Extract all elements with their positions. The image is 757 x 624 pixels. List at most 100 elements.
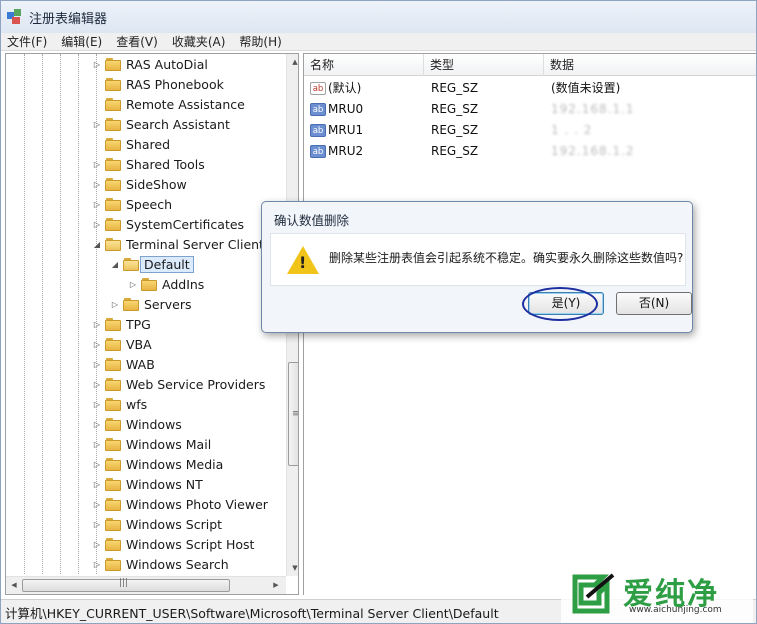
value-row[interactable]: ab MRU1 REG_SZ 1 . . 2 <box>304 120 756 141</box>
expand-arrow-icon[interactable]: ▷ <box>92 460 102 469</box>
tree-horizontal-scroll-thumb[interactable]: ||| <box>22 578 230 592</box>
expand-arrow-icon[interactable]: ▷ <box>92 400 102 409</box>
expand-arrow-icon[interactable]: ▷ <box>92 180 102 189</box>
expand-arrow-icon[interactable]: ▷ <box>92 120 102 129</box>
tree-item[interactable]: ▷ SystemCertificates <box>92 214 244 234</box>
column-header-type[interactable]: 类型 <box>424 54 544 76</box>
open-folder-icon <box>105 237 121 251</box>
tree-item-label: RAS AutoDial <box>126 56 208 72</box>
expand-arrow-icon[interactable]: ▷ <box>128 280 138 289</box>
tree-horizontal-scrollbar[interactable]: ◀ ||| ▶ <box>6 576 286 594</box>
expand-arrow-icon[interactable]: ▷ <box>92 440 102 449</box>
expand-arrow-icon[interactable]: ▷ <box>92 420 102 429</box>
value-row[interactable]: ab (默认) REG_SZ (数值未设置) <box>304 78 756 99</box>
expand-arrow-icon[interactable]: ▷ <box>92 220 102 229</box>
tree-item-label: VBA <box>126 336 152 352</box>
tree-item[interactable]: ▷ Servers <box>110 294 192 314</box>
folder-icon <box>105 477 121 491</box>
tree-item[interactable]: ▷ TPG <box>92 314 151 334</box>
ab-default-icon: ab <box>310 82 326 95</box>
folder-icon <box>105 157 121 171</box>
folder-icon <box>105 217 121 231</box>
scroll-left-arrow-icon[interactable]: ◀ <box>6 577 22 594</box>
column-header-name[interactable]: 名称 <box>304 54 424 76</box>
tree-item-label: wfs <box>126 396 148 412</box>
menu-file[interactable]: 文件(F) <box>7 33 47 50</box>
folder-icon <box>105 357 121 371</box>
folder-icon <box>105 197 121 211</box>
tree-item[interactable]: ▷ Windows Photo Viewer <box>92 494 268 514</box>
tree-item[interactable]: ▷ Speech <box>92 194 172 214</box>
tree-item[interactable]: ▷ Windows Media <box>92 454 223 474</box>
tree-item[interactable]: ▷ Web Service Providers <box>92 374 265 394</box>
tree-item-label: AddIns <box>162 276 205 292</box>
tree-item[interactable]: ▷ Windows Script Host <box>92 534 255 554</box>
tree-item[interactable]: ▷ RAS AutoDial <box>92 54 208 74</box>
tree-item[interactable]: ▷ SideShow <box>92 174 187 194</box>
tree-vertical-scroll-thumb[interactable]: ≡ <box>288 362 298 466</box>
expand-arrow-icon[interactable]: ▷ <box>92 480 102 489</box>
ab-string-icon: ab <box>310 145 326 158</box>
tree-item[interactable]: ▷ Windows <box>92 414 182 434</box>
expand-arrow-icon[interactable]: ▷ <box>110 300 120 309</box>
dialog-body: ! 删除某些注册表值会引起系统不稳定。确实要永久删除这些数值吗? <box>270 233 686 286</box>
expand-arrow-icon[interactable]: ▷ <box>92 540 102 549</box>
tree-item[interactable]: Remote Assistance <box>92 94 245 114</box>
expand-arrow-icon[interactable]: ▷ <box>92 360 102 369</box>
menu-edit[interactable]: 编辑(E) <box>61 33 102 50</box>
expand-arrow-icon[interactable]: ▷ <box>92 520 102 529</box>
tree-item[interactable]: RAS Phonebook <box>92 74 224 94</box>
tree-item[interactable]: ▷ Windows Script <box>92 514 222 534</box>
expand-arrow-icon[interactable]: ▷ <box>92 60 102 69</box>
scroll-up-arrow-icon[interactable]: ▲ <box>287 54 298 70</box>
tree-item-label: Windows Media <box>126 456 224 472</box>
menu-view[interactable]: 查看(V) <box>116 33 158 50</box>
expand-arrow-icon[interactable]: ▷ <box>92 340 102 349</box>
expand-arrow-icon[interactable]: ▷ <box>92 560 102 569</box>
column-header-data[interactable]: 数据 <box>544 54 756 76</box>
value-row[interactable]: ab MRU0 REG_SZ 192.168.1.1 <box>304 99 756 120</box>
tree-item[interactable]: ▷ Windows Search <box>92 554 229 574</box>
menu-help[interactable]: 帮助(H) <box>239 33 281 50</box>
expand-arrow-icon[interactable]: ▷ <box>92 380 102 389</box>
scroll-down-arrow-icon[interactable]: ▼ <box>287 560 298 576</box>
no-button[interactable]: 否(N) <box>616 292 692 315</box>
tree-item[interactable]: ▷ AddIns <box>128 274 204 294</box>
tree-item[interactable]: ▷ WAB <box>92 354 155 374</box>
tree-item[interactable]: ▷ Windows NT <box>92 474 203 494</box>
registry-editor-app-icon <box>7 9 23 25</box>
expand-arrow-icon[interactable]: ▷ <box>92 320 102 329</box>
tree-item[interactable]: ◢ Terminal Server Client <box>92 234 264 254</box>
value-name: MRU1 <box>328 123 364 137</box>
collapse-arrow-icon[interactable]: ◢ <box>92 240 102 249</box>
tree-item[interactable]: ◢ Default <box>110 254 194 274</box>
tree-item[interactable]: ▷ VBA <box>92 334 152 354</box>
collapse-arrow-icon[interactable]: ◢ <box>110 260 120 269</box>
tree-item[interactable]: Shared <box>92 134 170 154</box>
scroll-right-arrow-icon[interactable]: ▶ <box>268 577 284 594</box>
value-data: 1 . . 2 <box>551 123 593 137</box>
tree-item[interactable]: ▷ Windows Mail <box>92 434 211 454</box>
tree-item-label: WAB <box>126 356 155 372</box>
expand-arrow-icon[interactable]: ▷ <box>92 500 102 509</box>
expand-arrow-icon[interactable]: ▷ <box>92 200 102 209</box>
value-type: REG_SZ <box>431 81 479 95</box>
tree-item-label: SystemCertificates <box>126 216 245 232</box>
tree-item-label: Windows Mail <box>126 436 212 452</box>
folder-icon <box>105 537 121 551</box>
tree-item-label: Windows <box>126 416 182 432</box>
value-row[interactable]: ab MRU2 REG_SZ 192.168.1.2 <box>304 141 756 162</box>
tree-item[interactable]: ▷ Shared Tools <box>92 154 205 174</box>
watermark-logo-icon <box>572 573 615 614</box>
folder-icon <box>105 457 121 471</box>
registry-key-tree[interactable]: ▷ RAS AutoDial RAS Phonebook Remote Assista… <box>5 53 299 595</box>
menu-favorites[interactable]: 收藏夹(A) <box>172 33 226 50</box>
value-type: REG_SZ <box>431 123 479 137</box>
tree-item-label: Windows Photo Viewer <box>126 496 268 512</box>
tree-item-label: Shared <box>126 136 171 152</box>
window-title: 注册表编辑器 <box>29 11 108 27</box>
tree-item-label: Speech <box>126 196 173 212</box>
expand-arrow-icon[interactable]: ▷ <box>92 160 102 169</box>
tree-item[interactable]: ▷ Search Assistant <box>92 114 230 134</box>
tree-item[interactable]: ▷ wfs <box>92 394 147 414</box>
